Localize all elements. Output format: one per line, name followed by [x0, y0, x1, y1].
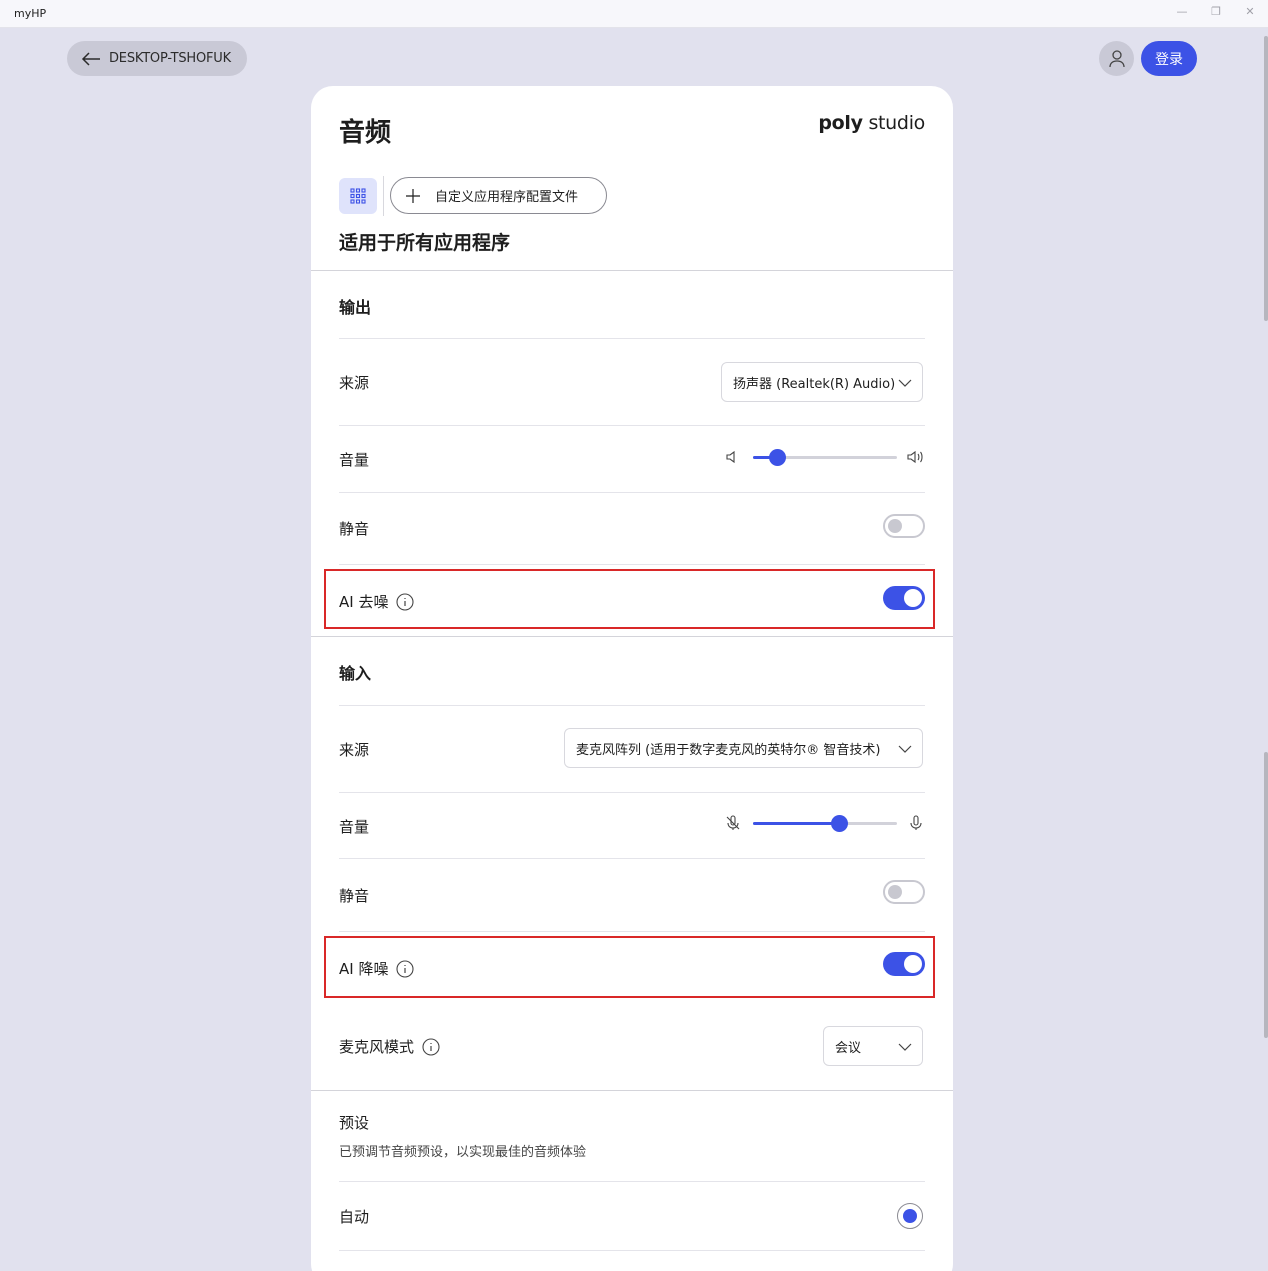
toggle-knob	[888, 885, 902, 899]
plus-icon	[406, 188, 420, 203]
input-source-dropdown[interactable]: 麦克风阵列 (适用于数字麦克风的英特尔® 智音技术)	[564, 728, 923, 768]
highlight-box	[324, 569, 935, 629]
divider	[339, 425, 925, 426]
divider	[339, 1250, 925, 1251]
output-mute-label: 静音	[339, 520, 370, 538]
input-volume-label: 音量	[339, 818, 370, 836]
input-mute-label: 静音	[339, 887, 370, 905]
divider	[339, 792, 925, 793]
mic-mode-label: 麦克风模式	[339, 1036, 440, 1057]
divider	[339, 705, 925, 706]
input-section-title: 输入	[339, 664, 372, 683]
input-source-label: 来源	[339, 741, 370, 759]
info-icon[interactable]	[422, 1037, 440, 1056]
speaker-low-icon	[726, 450, 735, 464]
slider-thumb[interactable]	[831, 815, 849, 832]
minimize-button[interactable]: —	[1172, 4, 1192, 20]
speaker-high-icon	[907, 450, 923, 464]
mic-icon	[910, 815, 922, 830]
user-avatar-button[interactable]	[1099, 41, 1134, 76]
slider-thumb[interactable]	[769, 449, 787, 466]
divider	[311, 270, 953, 271]
add-custom-profile-button[interactable]: 自定义应用程序配置文件	[390, 177, 607, 214]
input-mute-toggle[interactable]	[883, 880, 925, 904]
presets-description: 已预调节音频预设，以实现最佳的音频体验	[339, 1145, 587, 1160]
chevron-down-icon	[898, 1043, 912, 1051]
output-volume-label: 音量	[339, 451, 370, 469]
output-section-title: 输出	[339, 298, 372, 317]
back-button[interactable]: DESKTOP-TSHOFUK	[67, 41, 247, 76]
chevron-down-icon	[898, 745, 912, 753]
highlight-box	[324, 936, 935, 998]
grid-icon	[350, 188, 366, 204]
all-apps-profile-button[interactable]	[339, 178, 377, 214]
user-icon	[1108, 49, 1125, 67]
divider	[339, 564, 925, 565]
divider	[311, 636, 953, 637]
preset-auto-label: 自动	[339, 1208, 370, 1226]
output-mute-toggle[interactable]	[883, 514, 925, 538]
divider	[383, 176, 384, 216]
toggle-knob	[888, 519, 902, 533]
output-source-value: 扬声器 (Realtek(R) Audio)	[733, 376, 896, 392]
arrow-left-icon	[81, 51, 100, 66]
radio-dot	[903, 1209, 917, 1223]
output-source-label: 来源	[339, 374, 370, 392]
mic-muted-icon	[726, 815, 740, 830]
preset-auto-radio[interactable]	[897, 1203, 923, 1229]
app-title: myHP	[14, 7, 47, 20]
maximize-button[interactable]: ❐	[1206, 4, 1226, 20]
close-button[interactable]: ✕	[1240, 4, 1260, 20]
divider	[339, 858, 925, 859]
profile-subtitle: 适用于所有应用程序	[339, 232, 511, 254]
login-button[interactable]: 登录	[1141, 41, 1197, 76]
device-name: DESKTOP-TSHOFUK	[109, 51, 231, 66]
divider	[339, 492, 925, 493]
scrollbar-thumb[interactable]	[1264, 36, 1268, 321]
input-source-value: 麦克风阵列 (适用于数字麦克风的英特尔® 智音技术)	[576, 742, 881, 758]
poly-studio-logo: poly studio	[818, 112, 925, 134]
page-title: 音频	[339, 118, 392, 148]
mic-mode-dropdown[interactable]: 会议	[823, 1026, 923, 1066]
divider	[339, 338, 925, 339]
slider-fill	[753, 822, 840, 825]
output-volume-slider[interactable]	[725, 446, 925, 470]
mic-mode-value: 会议	[835, 1040, 862, 1056]
input-volume-slider[interactable]	[725, 812, 925, 836]
chevron-down-icon	[898, 379, 912, 387]
custom-profile-label: 自定义应用程序配置文件	[435, 190, 579, 205]
audio-settings-card: 音频 poly studio 自定义应用程序配置文件 适用于所有应用程序 输出 …	[311, 86, 953, 1271]
scrollbar-thumb-secondary[interactable]	[1264, 752, 1268, 1038]
presets-title: 预设	[339, 1114, 370, 1132]
divider	[339, 931, 925, 932]
output-source-dropdown[interactable]: 扬声器 (Realtek(R) Audio)	[721, 362, 923, 402]
divider	[311, 1090, 953, 1091]
divider	[339, 1181, 925, 1182]
title-bar: myHP — ❐ ✕	[0, 0, 1268, 28]
